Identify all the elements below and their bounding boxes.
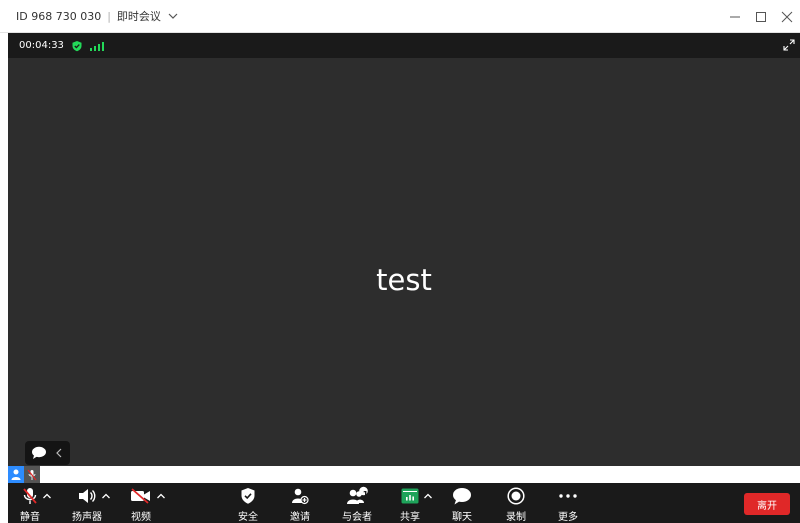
record-label: 录制 bbox=[506, 512, 526, 523]
chevron-up-icon[interactable] bbox=[423, 491, 433, 501]
mic-muted-icon bbox=[23, 487, 37, 504]
share-screen-icon bbox=[401, 488, 419, 503]
close-icon[interactable] bbox=[774, 0, 800, 33]
more-dots-icon bbox=[559, 493, 577, 498]
elapsed-time: 00:04:33 bbox=[19, 40, 64, 51]
video-off-icon bbox=[131, 487, 150, 504]
speaker-icon bbox=[79, 488, 96, 503]
window-controls bbox=[722, 0, 800, 33]
mute-button[interactable]: 静音 bbox=[20, 483, 54, 523]
security-button[interactable]: 安全 bbox=[238, 483, 258, 523]
leave-meeting-button[interactable]: 离开 bbox=[744, 493, 790, 515]
maximize-icon[interactable] bbox=[748, 0, 774, 33]
title-bar: ID 968 730 030 | 即时会议 bbox=[0, 0, 800, 33]
video-button[interactable]: 视频 bbox=[130, 483, 166, 523]
title-separator: | bbox=[107, 9, 111, 23]
share-label: 共享 bbox=[400, 512, 420, 523]
chat-panel-toggle[interactable] bbox=[25, 441, 70, 465]
record-icon bbox=[507, 486, 525, 505]
meeting-toolbar: 静音 扬声器 视频 安全 邀请 1 与会者 共享 聊天 录制 更多 离开 bbox=[8, 483, 800, 523]
chevron-left-icon bbox=[56, 448, 62, 458]
record-button[interactable]: 录制 bbox=[506, 483, 526, 523]
minimize-icon[interactable] bbox=[722, 0, 748, 33]
chevron-up-icon[interactable] bbox=[156, 491, 166, 501]
shield-check-icon[interactable] bbox=[71, 40, 83, 52]
speaker-label: 扬声器 bbox=[72, 512, 102, 523]
participant-name: test bbox=[376, 263, 432, 297]
speaker-button[interactable]: 扬声器 bbox=[72, 483, 116, 523]
mic-muted-icon bbox=[24, 466, 40, 483]
add-user-icon bbox=[292, 488, 309, 504]
invite-label: 邀请 bbox=[290, 512, 310, 523]
participants-label: 与会者 bbox=[342, 512, 372, 523]
window-left-edge bbox=[0, 33, 8, 466]
more-button[interactable]: 更多 bbox=[558, 483, 578, 523]
meeting-window: ID 968 730 030 | 即时会议 00:04:33 test 静音 扬… bbox=[0, 0, 800, 523]
chat-bubble-icon bbox=[32, 446, 46, 459]
chevron-down-icon[interactable] bbox=[167, 10, 179, 22]
signal-bars-icon[interactable] bbox=[89, 41, 104, 51]
participants-count-badge: 1 bbox=[362, 490, 369, 499]
video-area: test bbox=[8, 58, 800, 466]
meeting-status-bar: 00:04:33 bbox=[8, 33, 800, 58]
meeting-id[interactable]: ID 968 730 030 bbox=[16, 10, 101, 23]
mute-label: 静音 bbox=[20, 512, 40, 523]
user-icon[interactable] bbox=[8, 466, 24, 483]
chat-label: 聊天 bbox=[452, 512, 472, 523]
self-view-indicators bbox=[8, 466, 40, 483]
participants-button[interactable]: 1 与会者 bbox=[342, 483, 372, 523]
chat-bubble-icon bbox=[453, 487, 471, 504]
chevron-up-icon[interactable] bbox=[101, 491, 111, 501]
invite-button[interactable]: 邀请 bbox=[290, 483, 310, 523]
shield-icon bbox=[241, 487, 255, 504]
meeting-type[interactable]: 即时会议 bbox=[117, 8, 161, 24]
more-label: 更多 bbox=[558, 512, 578, 523]
fullscreen-icon[interactable] bbox=[782, 38, 796, 52]
chevron-up-icon[interactable] bbox=[42, 491, 52, 501]
window-left-edge-lower bbox=[0, 466, 8, 483]
meeting-info[interactable]: ID 968 730 030 | 即时会议 bbox=[0, 8, 179, 24]
share-button[interactable]: 共享 bbox=[400, 483, 434, 523]
chat-button[interactable]: 聊天 bbox=[452, 483, 472, 523]
security-label: 安全 bbox=[238, 512, 258, 523]
video-label: 视频 bbox=[131, 512, 151, 523]
